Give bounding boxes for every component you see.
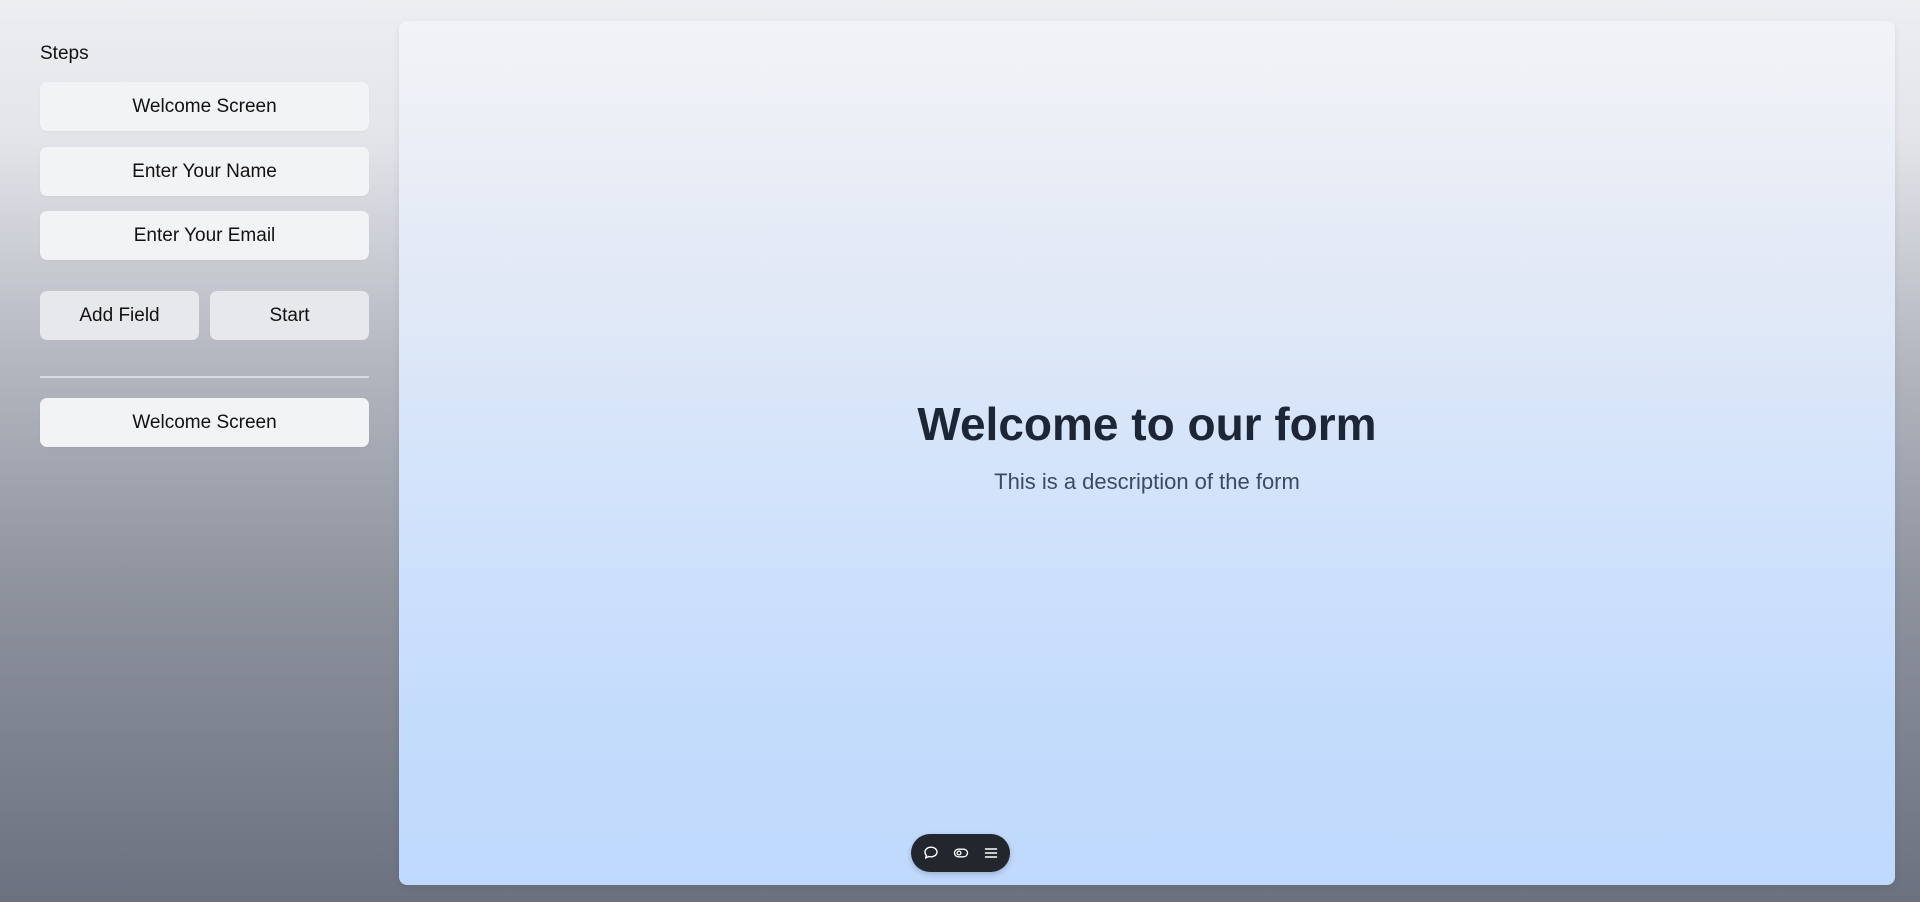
- step-enter-your-name[interactable]: Enter Your Name: [40, 147, 369, 196]
- form-title: Welcome to our form: [917, 398, 1377, 450]
- step-label: Enter Your Name: [132, 160, 277, 182]
- step-enter-your-email[interactable]: Enter Your Email: [40, 211, 369, 260]
- step-label: Enter Your Email: [133, 224, 276, 246]
- sidebar-divider: [40, 376, 369, 378]
- steps-heading: Steps: [40, 43, 89, 64]
- start-button[interactable]: Start: [210, 291, 369, 340]
- menu-icon[interactable]: [981, 843, 1001, 863]
- form-preview-panel: Welcome to our form This is a descriptio…: [399, 21, 1895, 885]
- step-welcome-screen[interactable]: Welcome Screen: [40, 82, 369, 131]
- add-field-button[interactable]: Add Field: [40, 291, 199, 340]
- start-label: Start: [269, 304, 310, 326]
- selected-step-welcome-screen[interactable]: Welcome Screen: [40, 398, 369, 447]
- step-label: Welcome Screen: [132, 95, 277, 117]
- form-description: This is a description of the form: [994, 469, 1300, 494]
- toggle-icon[interactable]: [951, 843, 971, 863]
- selected-step-label: Welcome Screen: [132, 411, 277, 433]
- comment-icon[interactable]: [921, 843, 941, 863]
- add-field-label: Add Field: [79, 304, 160, 326]
- floating-toolbar: [911, 834, 1010, 872]
